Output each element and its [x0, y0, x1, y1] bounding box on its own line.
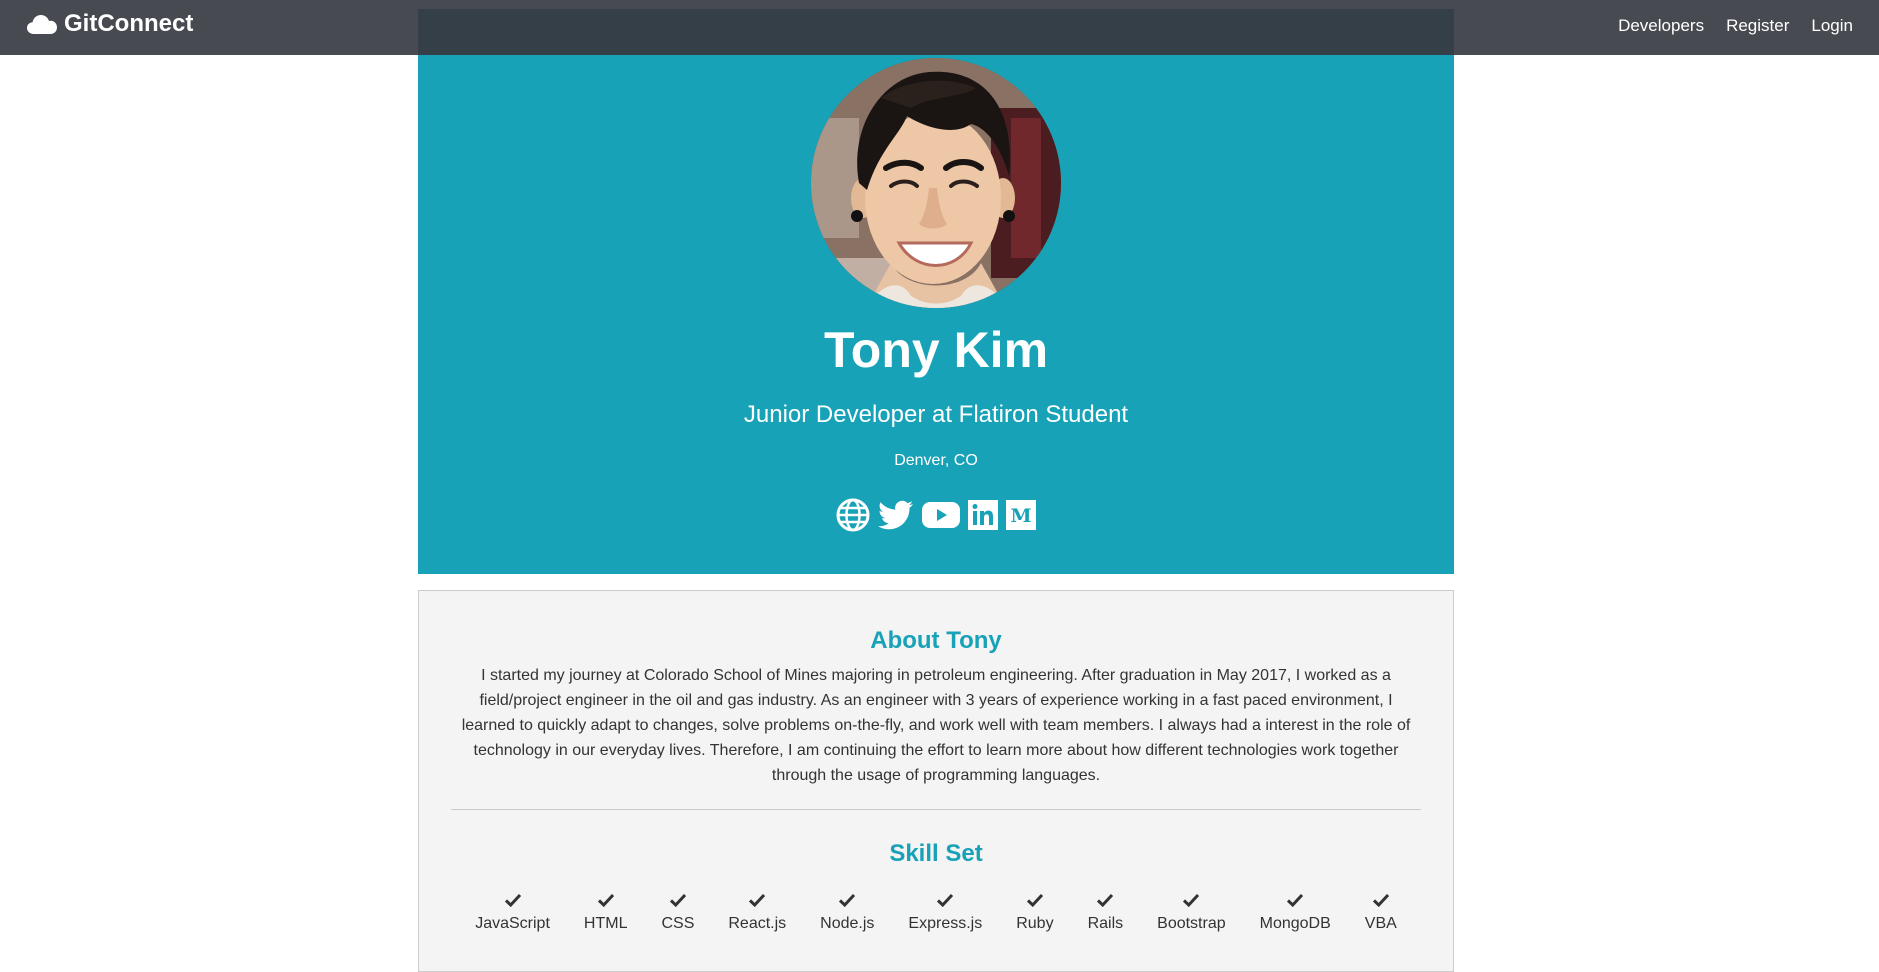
globe-icon[interactable]	[836, 498, 870, 532]
skill-label: Express.js	[908, 915, 983, 932]
profile-header: Tony Kim Junior Developer at Flatiron St…	[418, 9, 1454, 574]
skill-list: JavaScript HTML CSS React.js Node.js Exp…	[418, 890, 1454, 933]
check-icon	[1026, 890, 1043, 910]
skill-label: JavaScript	[475, 915, 550, 932]
social-links: M	[418, 498, 1454, 532]
skill-item: MongoDB	[1243, 890, 1348, 933]
medium-icon[interactable]: M	[1006, 500, 1036, 530]
skill-label: Rails	[1087, 915, 1124, 932]
avatar	[811, 58, 1061, 308]
skill-item: React.js	[711, 890, 803, 933]
profile-top-overlap	[418, 9, 1454, 55]
check-icon	[937, 890, 954, 910]
check-icon	[1287, 890, 1304, 910]
divider	[451, 809, 1421, 810]
skill-item: Rails	[1071, 890, 1141, 933]
cloud-icon	[27, 15, 57, 34]
skill-label: Ruby	[1016, 915, 1054, 932]
skill-item: HTML	[567, 890, 645, 933]
skill-item: CSS	[644, 890, 711, 933]
nav-login-link[interactable]: Login	[1811, 16, 1853, 36]
check-icon	[749, 890, 766, 910]
twitter-icon[interactable]	[878, 500, 914, 530]
youtube-icon[interactable]	[922, 501, 960, 529]
skill-label: MongoDB	[1259, 915, 1331, 932]
profile-headline: Junior Developer at Flatiron Student	[743, 401, 1129, 428]
skill-item: Node.js	[803, 890, 891, 933]
nav-register-link[interactable]: Register	[1726, 16, 1789, 36]
about-text: I started my journey at Colorado School …	[461, 667, 1411, 784]
check-icon	[1183, 890, 1200, 910]
skill-label: React.js	[728, 915, 787, 932]
check-icon	[1097, 890, 1114, 910]
skill-label: CSS	[661, 915, 695, 932]
skills-title: Skill Set	[889, 840, 983, 867]
skill-item: Bootstrap	[1140, 890, 1242, 933]
skill-label: Node.js	[820, 915, 875, 932]
skill-item: Express.js	[891, 890, 999, 933]
skill-item: Ruby	[999, 890, 1070, 933]
about-title: About Tony	[870, 627, 1002, 654]
profile-location: Denver, CO	[894, 452, 978, 469]
skill-item: VBA	[1348, 890, 1414, 933]
svg-text:M: M	[1010, 505, 1031, 527]
avatar-image	[811, 58, 1061, 308]
brand-name: GitConnect	[64, 10, 194, 37]
check-icon	[504, 890, 521, 910]
nav-developers-link[interactable]: Developers	[1618, 16, 1704, 36]
linkedin-icon[interactable]	[968, 500, 998, 530]
skill-label: Bootstrap	[1157, 915, 1226, 932]
check-icon	[1372, 890, 1389, 910]
skill-item: JavaScript	[458, 890, 567, 933]
skill-label: VBA	[1364, 915, 1397, 932]
check-icon	[597, 890, 614, 910]
check-icon	[839, 890, 856, 910]
skill-label: HTML	[583, 915, 628, 932]
profile-name: Tony Kim	[823, 322, 1049, 378]
nav-links: Developers Register Login	[1596, 0, 1853, 52]
brand-link[interactable]: GitConnect	[26, 10, 193, 38]
check-icon	[669, 890, 686, 910]
